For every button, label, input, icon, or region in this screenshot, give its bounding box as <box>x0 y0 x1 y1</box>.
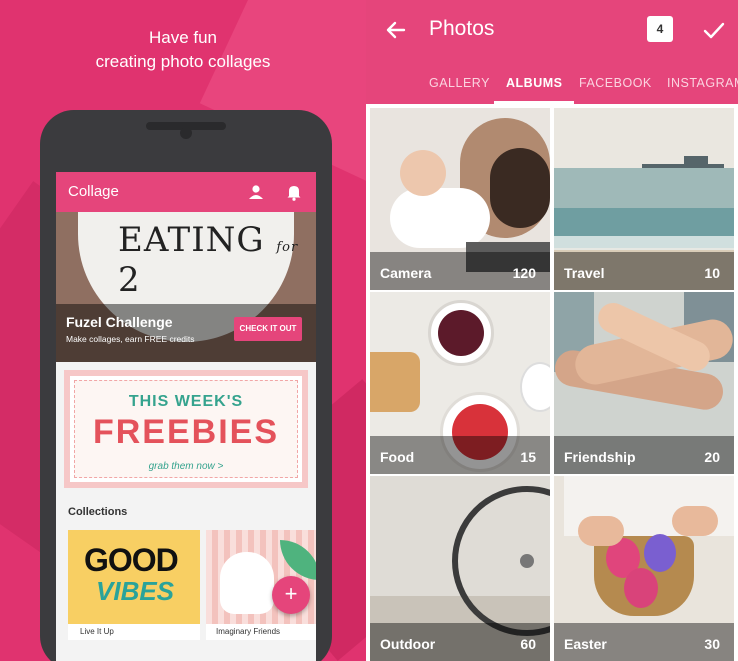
app-bar: Collage <box>56 172 316 212</box>
freebies-inner: THIS WEEK'S FREEBIES grab them now > <box>74 380 298 478</box>
picker-toolbar: Photos 4 GALLERY ALBUMS FACEBOOK INSTAGR… <box>366 0 738 104</box>
collection-caption: Live It Up <box>68 624 200 640</box>
promo-tagline: Have fun creating photo collages <box>0 26 366 74</box>
freebies-line1: THIS WEEK'S <box>128 393 244 410</box>
album-name: Camera <box>380 265 432 281</box>
tagline-line1: Have fun <box>148 28 218 47</box>
tab-instagram[interactable]: INSTAGRAM <box>667 68 738 104</box>
album-count: 60 <box>520 636 536 652</box>
photo-shape <box>644 534 676 572</box>
person-icon[interactable] <box>246 182 266 202</box>
checkmark-icon[interactable] <box>702 18 726 42</box>
freebies-line3: grab them now > <box>148 461 224 472</box>
album-name: Food <box>380 449 415 465</box>
tab-albums[interactable]: ALBUMS <box>494 68 575 104</box>
tab-facebook[interactable]: FACEBOOK <box>579 68 652 104</box>
album-tile-food[interactable]: Food 15 <box>370 292 550 474</box>
photo-shape <box>400 150 446 196</box>
card-art-bottom: VIBES <box>96 576 175 606</box>
bear-illustration <box>220 552 274 614</box>
photo-shape <box>520 362 550 412</box>
album-name: Travel <box>564 265 605 281</box>
album-count: 120 <box>512 265 536 281</box>
phone-camera <box>180 127 192 139</box>
album-name: Outdoor <box>380 636 436 652</box>
picker-title: Photos <box>429 17 495 40</box>
album-count: 30 <box>704 636 720 652</box>
album-name: Friendship <box>564 449 636 465</box>
bell-icon[interactable] <box>284 182 304 202</box>
album-count: 15 <box>520 449 536 465</box>
photo-shape <box>370 352 420 412</box>
source-tabs: GALLERY ALBUMS FACEBOOK INSTAGRAM <box>366 68 738 104</box>
album-tile-outdoor[interactable]: Outdoor 60 <box>370 476 550 661</box>
photo-shape <box>578 516 624 546</box>
tab-gallery[interactable]: GALLERY <box>429 68 490 104</box>
album-tile-easter[interactable]: Easter 30 <box>554 476 734 661</box>
art-main-text: EATING <box>118 220 265 260</box>
photo-shape <box>438 310 484 356</box>
card-art-top: GOOD <box>84 542 179 578</box>
photo-shape <box>672 506 718 536</box>
promo-panel: Have fun creating photo collages Collage… <box>0 0 366 661</box>
album-tile-friendship[interactable]: Friendship 20 <box>554 292 734 474</box>
album-count: 20 <box>704 449 720 465</box>
album-tile-camera[interactable]: Camera 120 <box>370 108 550 290</box>
phone-device: Collage EATING for 2 Fuzel Challenge Mak… <box>40 110 332 661</box>
photo-shape <box>520 554 534 568</box>
photo-shape <box>684 156 708 166</box>
photo-shape <box>642 164 724 168</box>
freebies-banner[interactable]: THIS WEEK'S FREEBIES grab them now > <box>64 370 308 488</box>
check-it-out-button[interactable]: CHECK IT OUT <box>234 317 302 341</box>
photo-picker: Photos 4 GALLERY ALBUMS FACEBOOK INSTAGR… <box>366 0 738 661</box>
tagline-line2: creating photo collages <box>95 52 271 71</box>
challenge-subtitle: Make collages, earn FREE credits <box>66 334 195 344</box>
album-name: Easter <box>564 636 607 652</box>
selected-count-badge: 4 <box>647 16 673 42</box>
photo-shape <box>554 236 734 250</box>
photo-shape <box>490 148 550 228</box>
app-title: Collage <box>68 183 119 200</box>
art-number-text: 2 <box>118 260 141 300</box>
album-count: 10 <box>704 265 720 281</box>
phone-screen: Collage EATING for 2 Fuzel Challenge Mak… <box>56 172 316 661</box>
collection-card[interactable]: GOOD VIBES Live It Up <box>68 530 200 640</box>
collection-caption: Imaginary Friends <box>206 624 316 640</box>
add-fab-button[interactable]: + <box>272 576 310 614</box>
collections-heading: Collections <box>68 506 128 518</box>
challenge-banner[interactable]: EATING for 2 Fuzel Challenge Make collag… <box>56 212 316 362</box>
back-arrow-icon[interactable] <box>384 18 408 42</box>
art-for-text: for <box>276 240 299 255</box>
challenge-title: Fuzel Challenge <box>66 314 173 330</box>
photo-shape <box>624 568 658 608</box>
freebies-line2: FREEBIES <box>92 413 280 451</box>
photo-shape <box>390 188 490 248</box>
banner-artwork: EATING for 2 <box>118 220 316 300</box>
album-tile-travel[interactable]: Travel 10 <box>554 108 734 290</box>
